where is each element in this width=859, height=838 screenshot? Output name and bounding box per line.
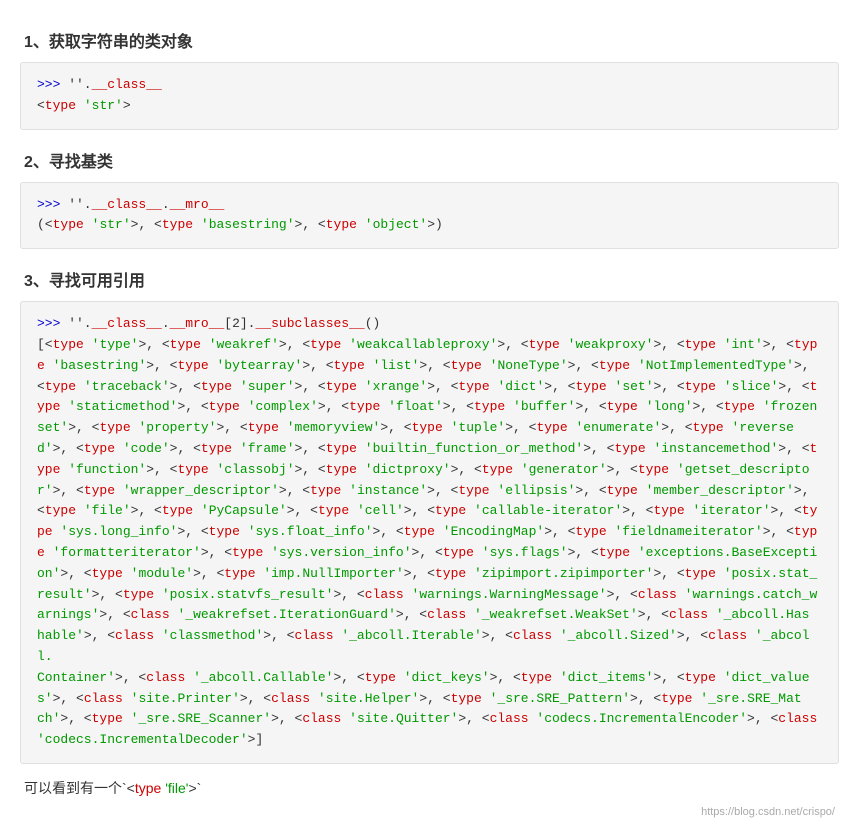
section1-code: >>> ''.__class__ <type 'str'> [20, 62, 839, 130]
bottom-note: 可以看到有一个`<type 'file'>` [20, 778, 839, 798]
section3-code: >>> ''.__class__.__mro__[2].__subclasses… [20, 301, 839, 764]
prompt1: >>> [37, 77, 60, 92]
watermark: https://blog.csdn.net/crispo/ [20, 806, 839, 818]
section3-title: 3、寻找可用引用 [20, 267, 839, 291]
attr-class: __class__ [92, 77, 162, 92]
section1-title: 1、获取字符串的类对象 [20, 28, 839, 52]
section2-code: >>> ''.__class__.__mro__ (<type 'str'>, … [20, 182, 839, 250]
section2-title: 2、寻找基类 [20, 148, 839, 172]
